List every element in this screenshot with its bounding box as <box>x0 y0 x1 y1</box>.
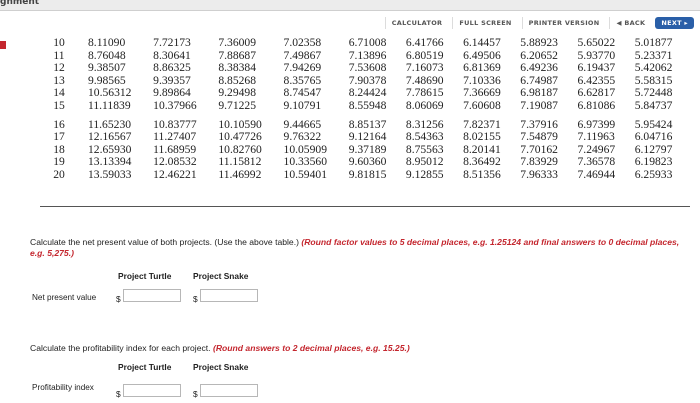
period-cell: 20 <box>53 167 65 181</box>
factor-cell: 7.60608 <box>463 98 501 112</box>
factor-cell: 11.11839 <box>88 98 131 112</box>
pi-turtle-input[interactable] <box>123 384 181 397</box>
factor-cell: 6.49236 <box>520 61 558 75</box>
factor-cell: 8.51356 <box>463 167 501 181</box>
factor-cell: 7.96333 <box>520 167 558 181</box>
factor-cell: 5.65022 <box>577 36 616 49</box>
factor-cell: 6.14457 <box>463 36 501 49</box>
factor-cell: 7.02358 <box>283 36 322 49</box>
factor-cell: 7.11963 <box>577 130 615 144</box>
npv-col-snake: Project Snake <box>193 271 249 281</box>
npv-turtle-currency: $ <box>116 294 121 304</box>
window-title: gnment <box>0 0 40 7</box>
factor-table: 10 8.11090 7.72173 7.36009 7.02358 6.71008 6.4… <box>40 36 690 182</box>
factor-cell: 6.25933 <box>634 167 673 181</box>
table-row: 15 11.11839 10.37966 9.71225 9.10791 8.55948 8… <box>40 98 690 113</box>
pi-row-label: Profitability index <box>32 383 94 392</box>
factor-cell: 9.76322 <box>283 130 322 144</box>
pi-question: Calculate the profitability index for ea… <box>30 343 680 354</box>
pi-snake-currency: $ <box>193 389 198 399</box>
factor-cell: 12.16567 <box>88 130 132 144</box>
pi-col-snake: Project Snake <box>193 362 249 372</box>
back-button[interactable]: ◀ BACK <box>609 17 651 29</box>
factor-cell: 6.19437 <box>577 61 616 75</box>
factor-cell: 9.81815 <box>348 167 387 181</box>
factor-cell: 6.71008 <box>348 36 387 49</box>
pi-snake-input[interactable] <box>200 384 258 397</box>
factor-cell: 7.54879 <box>520 130 558 144</box>
table-bottom-rule <box>40 206 690 207</box>
factor-cell: 8.02155 <box>463 130 501 144</box>
factor-cell: 7.16073 <box>405 61 444 75</box>
factor-cell: 7.53608 <box>348 61 387 75</box>
pi-col-turtle: Project Turtle <box>118 362 172 372</box>
factor-cell: 10.37966 <box>153 98 197 112</box>
factor-cell: 8.38384 <box>218 61 257 75</box>
factor-cell: 11.46992 <box>218 167 262 181</box>
npv-snake-currency: $ <box>193 294 198 304</box>
factor-cell: 7.46944 <box>577 167 616 181</box>
factor-cell: 8.55948 <box>348 98 387 112</box>
pi-rounding-note: (Round answers to 2 decimal places, e.g.… <box>212 343 410 353</box>
factor-cell: 9.12855 <box>405 167 444 181</box>
pi-question-text: Calculate the profitability index for ea… <box>30 343 211 353</box>
period-cell: 15 <box>53 98 65 112</box>
question-marker <box>0 41 6 49</box>
period-cell: 12 <box>53 61 65 75</box>
factor-cell: 6.04716 <box>634 130 673 144</box>
factor-cell: 6.81369 <box>463 61 501 75</box>
factor-cell: 7.94269 <box>283 61 322 75</box>
full-screen-button[interactable]: FULL SCREEN <box>452 17 517 29</box>
factor-cell: 11.27407 <box>153 130 197 144</box>
pi-turtle-currency: $ <box>116 389 121 399</box>
factor-cell: 12.46221 <box>153 167 197 181</box>
period-cell: 10 <box>53 36 65 49</box>
factor-cell: 5.42062 <box>634 61 673 75</box>
factor-cell: 7.36009 <box>218 36 257 49</box>
npv-col-turtle: Project Turtle <box>118 271 172 281</box>
npv-row-label: Net present value <box>32 293 97 302</box>
factor-cell: 8.11090 <box>88 36 126 49</box>
table-row: 17 12.16567 11.27407 10.47726 9.76322 9.12164… <box>40 131 690 144</box>
printer-version-button[interactable]: PRINTER VERSION <box>521 17 606 29</box>
npv-question-text: Calculate the net present value of both … <box>30 237 299 247</box>
next-button[interactable]: NEXT ▸ <box>655 17 694 29</box>
toolbar: CALCULATOR FULL SCREEN PRINTER VERSION ◀… <box>384 16 694 30</box>
factor-cell: 7.19087 <box>520 98 558 112</box>
factor-cell: 5.01877 <box>634 36 673 49</box>
factor-cell: 5.88923 <box>520 36 558 49</box>
factor-cell: 10.47726 <box>218 130 262 144</box>
calculator-button[interactable]: CALCULATOR <box>384 17 449 29</box>
factor-cell: 6.41766 <box>405 36 444 49</box>
factor-cell: 13.59033 <box>88 167 132 181</box>
factor-cell: 8.54363 <box>405 130 444 144</box>
factor-cell: 9.38507 <box>88 61 126 75</box>
table-row: 12 9.38507 8.86325 8.38384 7.94269 7.53608 7.1… <box>40 62 690 75</box>
table-row: 20 13.59033 12.46221 11.46992 10.59401 9.8181… <box>40 167 690 182</box>
npv-snake-input[interactable] <box>200 289 258 302</box>
factor-cell: 10.59401 <box>283 167 327 181</box>
window-title-bar: gnment <box>0 0 700 11</box>
npv-question: Calculate the net present value of both … <box>30 237 680 259</box>
period-cell: 17 <box>53 130 65 144</box>
factor-cell: 6.81086 <box>577 98 616 112</box>
npv-col-snake-label: Project Snake <box>193 271 249 281</box>
table-row: 10 8.11090 7.72173 7.36009 7.02358 6.71008 6.4… <box>40 36 690 50</box>
factor-cell: 8.06069 <box>405 98 444 112</box>
factor-cell: 9.71225 <box>218 98 257 112</box>
factor-cell: 9.10791 <box>283 98 322 112</box>
factor-cell: 8.86325 <box>153 61 191 75</box>
factor-cell: 9.12164 <box>348 130 387 144</box>
npv-turtle-input[interactable] <box>123 289 181 302</box>
factor-cell: 5.84737 <box>634 98 673 112</box>
factor-cell: 7.72173 <box>153 36 191 49</box>
